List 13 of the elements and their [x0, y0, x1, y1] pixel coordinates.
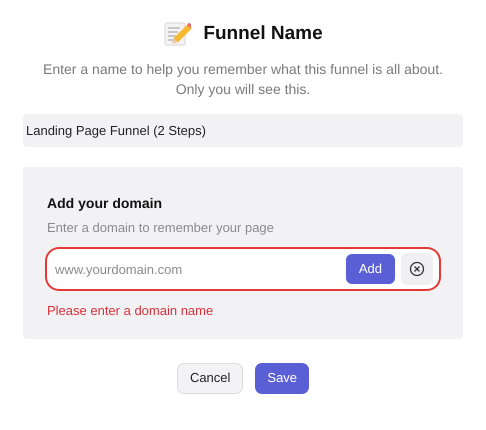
save-button[interactable]: Save [255, 362, 310, 394]
name-field[interactable]: Landing Page Funnel (2 Steps) [23, 114, 463, 146]
cancel-button[interactable]: Cancel [176, 362, 244, 394]
clear-button[interactable] [401, 253, 433, 285]
panel-heading: Add your domain [47, 194, 164, 213]
domain-field[interactable]: www.yourdomain.com Add [47, 249, 439, 289]
memo-pencil-icon [163, 20, 192, 48]
dialog-description: Enter a name to help you remember what this funnel is all about. Only you will see this. [42, 60, 444, 98]
add-button[interactable]: Add [346, 254, 395, 284]
dialog-title: Funnel Name [203, 22, 323, 46]
panel-subtitle: Enter a domain to remember your page [47, 218, 275, 237]
close-icon [409, 261, 425, 277]
error-message: Please enter a domain name [47, 302, 214, 320]
